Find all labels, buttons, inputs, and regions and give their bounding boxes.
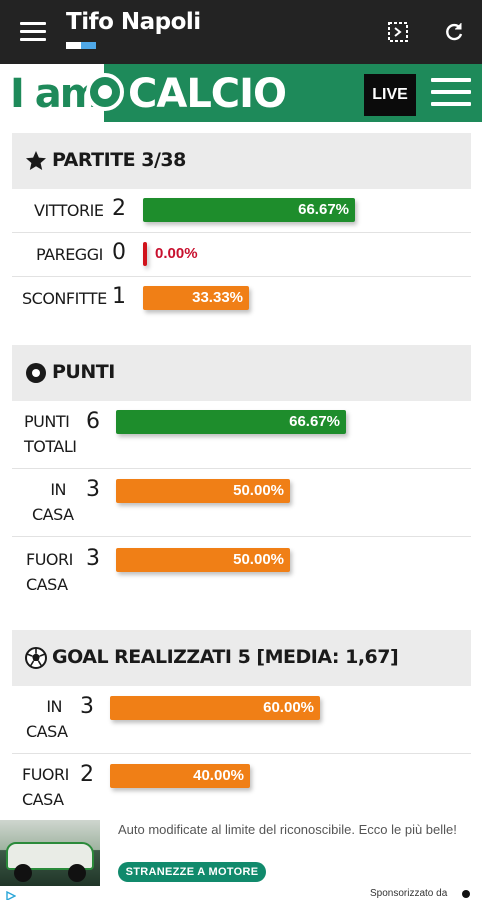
stat-label-line2: TOTALI (24, 437, 77, 456)
section-title: GOAL REALIZZATI 5 [MEDIA: 1,67] (52, 646, 399, 668)
stat-row-sconfitte: SCONFITTE 1 33.33% (12, 277, 471, 321)
ad-text[interactable]: Auto modificate al limite del riconoscib… (118, 822, 478, 838)
live-button[interactable]: LIVE (364, 74, 416, 116)
ad-wheel (68, 864, 86, 882)
stat-label: IN CASA (32, 477, 74, 527)
app-bar: Tifo Napoli (0, 0, 482, 64)
ad-image[interactable] (0, 820, 100, 886)
sponsored-ad[interactable]: Auto modificate al limite del riconoscib… (0, 818, 482, 900)
stat-percent: 50.00% (233, 551, 284, 568)
stat-value: 2 (80, 762, 94, 787)
stat-percent: 60.00% (263, 699, 314, 716)
stat-value: 0 (112, 240, 126, 265)
stat-percent: 0.00% (155, 245, 198, 262)
stat-label-line2: CASA (32, 505, 74, 524)
stat-bar: 60.00% (110, 696, 320, 720)
stat-label-line1: IN (50, 480, 66, 499)
stat-percent: 66.67% (289, 413, 340, 430)
stat-bar (143, 242, 147, 266)
sponsored-label: Sponsorizzato da (370, 888, 448, 899)
stat-label-line1: IN (46, 697, 62, 716)
stat-label: VITTORIE (34, 201, 104, 220)
stat-bar: 66.67% (143, 198, 355, 222)
star-icon (24, 149, 48, 173)
stat-label-line2: CASA (26, 575, 68, 594)
stat-row-vittorie: VITTORIE 2 66.67% (12, 189, 471, 233)
refresh-icon[interactable] (442, 20, 466, 44)
site-menu-icon[interactable] (431, 78, 471, 110)
stat-value: 3 (80, 694, 94, 719)
stat-label-line2: CASA (22, 790, 64, 809)
stat-label-line1: FUORI (26, 550, 73, 569)
stat-percent: 50.00% (233, 482, 284, 499)
stat-bar: 50.00% (116, 479, 290, 503)
stat-percent: 40.00% (193, 767, 244, 784)
section-title: PARTITE 3/38 (52, 149, 186, 171)
stat-bar: 66.67% (116, 410, 346, 434)
stat-percent: 33.33% (192, 289, 243, 306)
stat-label: FUORI CASA (22, 762, 69, 812)
stat-label: FUORI CASA (26, 547, 73, 597)
section-header-partite: PARTITE 3/38 (12, 133, 471, 189)
stat-value: 1 (112, 284, 126, 309)
team-flag (66, 42, 96, 49)
fullscreen-icon[interactable] (386, 20, 410, 44)
stat-row-punti-in-casa: IN CASA 3 50.00% (12, 469, 471, 537)
menu-icon[interactable] (20, 22, 46, 42)
adchoices-icon[interactable] (6, 888, 17, 900)
stat-bar: 33.33% (143, 286, 249, 310)
stat-label: SCONFITTE (22, 289, 107, 308)
logo-ball-icon (86, 73, 124, 111)
soccer-ball-icon (24, 646, 48, 670)
stat-label: PAREGGI (36, 245, 103, 264)
logo-text-right: CALCIO (128, 71, 287, 117)
stat-label-line1: FUORI (22, 765, 69, 784)
stat-value: 3 (86, 477, 100, 502)
stat-row-pareggi: PAREGGI 0 0.00% (12, 233, 471, 277)
brand-header: I am CALCIO LIVE (0, 64, 482, 122)
stat-row-goal-in-casa: IN CASA 3 60.00% (12, 686, 471, 754)
stat-row-goal-fuori-casa: FUORI CASA 2 40.00% (12, 754, 471, 816)
stat-row-punti-fuori-casa: FUORI CASA 3 50.00% (12, 537, 471, 607)
section-title: PUNTI (52, 361, 115, 383)
stat-percent: 66.67% (298, 201, 349, 218)
circle-dot-icon (24, 361, 48, 385)
stat-value: 6 (86, 409, 100, 434)
stat-bar: 50.00% (116, 548, 290, 572)
stat-label-line1: PUNTI (24, 412, 70, 431)
stat-value: 3 (86, 546, 100, 571)
stat-label: IN CASA (26, 694, 68, 744)
ad-cta-button[interactable]: STRANEZZE A MOTORE (118, 862, 266, 882)
stat-label-line2: CASA (26, 722, 68, 741)
section-header-goal: GOAL REALIZZATI 5 [MEDIA: 1,67] (12, 630, 471, 686)
stat-value: 2 (112, 196, 126, 221)
stat-row-punti-totali: PUNTI TOTALI 6 66.67% (12, 401, 471, 469)
app-title: Tifo Napoli (66, 9, 201, 35)
stat-label: PUNTI TOTALI (24, 409, 77, 459)
ad-wheel (14, 864, 32, 882)
sponsor-logo-icon (462, 890, 470, 898)
stat-bar: 40.00% (110, 764, 250, 788)
section-header-punti: PUNTI (12, 345, 471, 401)
